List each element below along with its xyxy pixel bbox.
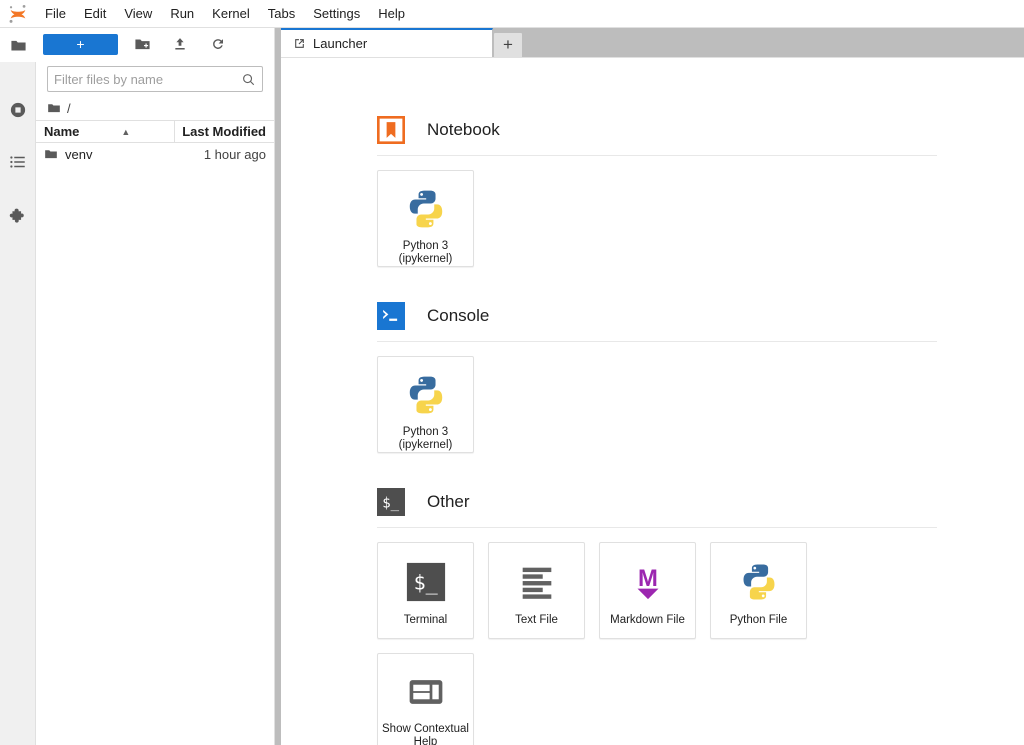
refresh-icon (213, 39, 223, 49)
menu-kernel[interactable]: Kernel (203, 0, 259, 28)
launcher-icon (295, 39, 304, 48)
card-label: Markdown File (610, 614, 685, 626)
section-title-console: Console (427, 306, 490, 325)
text-file-icon (516, 558, 558, 606)
card-label-line1: Python 3 (402, 240, 449, 252)
tab-launcher[interactable]: Launcher (281, 28, 493, 57)
card-python-file[interactable]: Python File (710, 542, 807, 639)
terminal-icon: $_ (405, 558, 447, 606)
search-input[interactable] (54, 71, 241, 87)
file-browser-panel: + Filter files by name / Name ▲ Last Mod… (36, 28, 275, 745)
python-icon (404, 372, 448, 418)
python-icon (404, 186, 448, 232)
new-tab-button[interactable]: + (494, 33, 522, 57)
jupyter-logo (0, 0, 36, 28)
section-title-other: Other (427, 492, 470, 511)
file-browser-toolbar: + (36, 28, 274, 60)
main-area: Launcher + Notebook Python 3 (ipykernel)… (281, 28, 1024, 745)
svg-text:$_: $_ (382, 495, 399, 511)
breadcrumb[interactable]: / (36, 96, 274, 120)
card-label: Python 3 (ipykernel) (395, 426, 457, 452)
python-icon (738, 558, 780, 606)
stop-circle-icon (10, 102, 26, 118)
console-icon (377, 302, 405, 330)
markdown-icon: M (627, 558, 669, 606)
tab-label: Launcher (313, 36, 368, 51)
card-label-line2: Help (413, 736, 438, 745)
launcher-cards-other: $_ Terminal Text File M Markdown File Py… (377, 542, 835, 745)
column-header-name-label: Name (44, 124, 80, 139)
sidebar-item-running-sessions[interactable] (0, 92, 36, 128)
card-terminal[interactable]: $_ Terminal (377, 542, 474, 639)
launcher-section-notebook-header: Notebook (377, 116, 1024, 144)
file-name-cell: venv (36, 147, 174, 162)
section-divider (377, 527, 937, 528)
filter-container (36, 60, 274, 96)
menu-tabs[interactable]: Tabs (259, 0, 304, 28)
section-title-notebook: Notebook (427, 120, 500, 139)
section-divider (377, 155, 937, 156)
list-icon (10, 156, 25, 168)
activity-bar (0, 28, 36, 745)
tab-bar: Launcher + (281, 28, 1024, 57)
launcher-panel: Notebook Python 3 (ipykernel) Console Py… (281, 57, 1024, 745)
upload-icon (175, 38, 185, 50)
menu-bar: File Edit View Run Kernel Tabs Settings … (0, 0, 1024, 28)
card-markdown-file[interactable]: M Markdown File (599, 542, 696, 639)
new-launcher-button[interactable]: + (43, 33, 118, 55)
card-label-line1: Python 3 (402, 426, 449, 438)
card-show-contextual-help[interactable]: Show Contextual Help (377, 653, 474, 745)
card-label: Show Contextual Help (378, 723, 473, 745)
section-divider (377, 341, 937, 342)
card-text-file[interactable]: Text File (488, 542, 585, 639)
upload-button[interactable] (166, 31, 194, 57)
launcher-section-other-header: $_ Other (377, 488, 1024, 516)
folder-icon (45, 150, 57, 159)
card-label: Terminal (403, 614, 448, 626)
contextual-help-icon (406, 669, 446, 715)
file-modified-cell: 1 hour ago (203, 146, 266, 162)
menu-settings[interactable]: Settings (304, 0, 369, 28)
notebook-icon (377, 116, 405, 144)
table-row[interactable]: venv 1 hour ago (36, 143, 274, 165)
file-name-label: venv (65, 146, 93, 162)
new-folder-button[interactable] (128, 31, 156, 57)
card-label-line1: Show Contextual (382, 723, 469, 735)
svg-text:M: M (638, 565, 658, 592)
menu-view[interactable]: View (115, 0, 161, 28)
column-header-name[interactable]: Name ▲ (36, 124, 174, 139)
launcher-cards-notebook: Python 3 (ipykernel) (377, 170, 1024, 267)
menu-help[interactable]: Help (369, 0, 414, 28)
folder-icon (48, 104, 60, 113)
card-label: Python 3 (ipykernel) (395, 240, 457, 266)
card-notebook-python3[interactable]: Python 3 (ipykernel) (377, 170, 474, 267)
breadcrumb-path: / (67, 100, 71, 116)
folder-icon (10, 40, 26, 50)
sidebar-item-extension-manager[interactable] (0, 198, 36, 234)
filter-box[interactable] (47, 66, 263, 92)
card-label-line2: (ipykernel) (398, 439, 453, 451)
launcher-cards-console: Python 3 (ipykernel) (377, 356, 1024, 453)
menu-edit[interactable]: Edit (75, 0, 115, 28)
card-label-line2: (ipykernel) (398, 253, 453, 265)
column-header-last-modified[interactable]: Last Modified (174, 120, 274, 143)
sidebar-item-file-browser[interactable] (0, 28, 36, 62)
puzzle-icon (9, 208, 24, 223)
refresh-button[interactable] (204, 31, 232, 57)
file-list-header: Name ▲ Last Modified (36, 120, 274, 143)
menu-run[interactable]: Run (161, 0, 203, 28)
sidebar-item-command-palette[interactable] (0, 144, 36, 180)
terminal-icon: $_ (377, 488, 405, 516)
card-console-python3[interactable]: Python 3 (ipykernel) (377, 356, 474, 453)
card-label: Text File (515, 614, 558, 626)
new-folder-icon (134, 39, 150, 49)
menu-file[interactable]: File (36, 0, 75, 28)
launcher-section-console-header: Console (377, 302, 1024, 330)
search-icon (243, 73, 255, 85)
card-label: Python File (729, 614, 788, 626)
svg-text:$_: $_ (413, 571, 438, 595)
sort-ascending-icon: ▲ (121, 126, 131, 137)
